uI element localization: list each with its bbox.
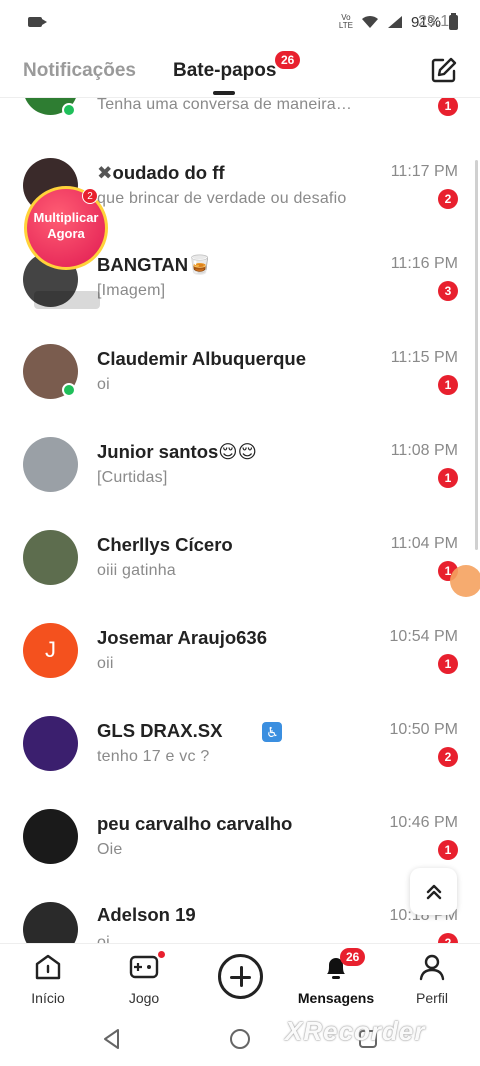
chat-name: Claudemir Albuquerque xyxy=(97,348,307,369)
chat-time: 10:50 PM xyxy=(389,721,458,738)
unread-count-badge: 1 xyxy=(438,98,458,116)
chat-message-preview: [Curtidas] xyxy=(97,469,168,486)
chat-time: 11:16 PM xyxy=(390,255,458,272)
tab-chats-badge: 26 xyxy=(275,51,301,69)
unread-count-badge: 1 xyxy=(438,654,458,674)
home-circle-icon[interactable] xyxy=(228,1027,252,1051)
chat-name: peu carvalho carvalho xyxy=(97,813,293,834)
scroll-to-top-button[interactable] xyxy=(410,868,457,915)
tab-chats-label: Bate-papos xyxy=(173,60,277,81)
volte-indicator: Vo LTE xyxy=(338,13,353,30)
nav-home[interactable]: Início xyxy=(8,952,88,1006)
tab-active-indicator xyxy=(213,91,235,95)
chat-message-preview: Oie xyxy=(97,841,123,858)
online-indicator xyxy=(62,103,76,117)
chat-row[interactable]: GLS DRAX.SX ♿ 10:50 PM tenho 17 e vc ? 2 xyxy=(0,712,480,804)
chat-message-preview: tenho 17 e vc ? xyxy=(97,748,210,765)
chat-message-preview: oiii gatinha xyxy=(97,562,176,579)
signal-icon xyxy=(387,16,402,28)
unread-count-badge: 2 xyxy=(438,933,458,943)
avatar xyxy=(23,809,78,864)
chat-time: 11:08 PM xyxy=(390,442,458,459)
nav-messages-label: Mensagens xyxy=(297,990,375,1006)
home-icon xyxy=(35,954,61,980)
accessibility-icon: ♿ xyxy=(262,722,283,742)
avatar xyxy=(23,437,78,492)
compose-icon[interactable] xyxy=(430,56,458,84)
chat-name: GLS DRAX.SX ♿ xyxy=(97,720,283,742)
double-chevron-up-icon xyxy=(426,884,441,899)
chat-message-preview: oi xyxy=(97,376,110,393)
back-icon[interactable] xyxy=(100,1027,124,1051)
nav-profile-label: Perfil xyxy=(416,990,448,1006)
chat-row[interactable]: Junior santos😌😌 11:08 PM [Curtidas] 1 xyxy=(0,433,480,525)
scrollbar[interactable] xyxy=(475,160,478,550)
multiply-promo-button[interactable]: Multiplicar Agora 2 xyxy=(24,186,116,278)
bottom-navigation: Início Jogo Mensagens 26 Perfil xyxy=(0,943,480,1015)
watermark: XRecorder xyxy=(285,1016,426,1046)
battery-icon xyxy=(449,12,458,30)
chat-time: 11:04 PM xyxy=(390,535,458,552)
chat-row[interactable]: Claudemir Albuquerque 11:15 PM oi 1 xyxy=(0,340,480,432)
avatar xyxy=(23,716,78,771)
tab-chats[interactable]: Bate-papos 26 xyxy=(173,51,301,95)
chat-name: Cherllys Cícero xyxy=(97,534,233,555)
chat-time: 11:15 PM xyxy=(390,349,458,366)
person-icon xyxy=(419,954,445,981)
promo-label: Multiplicar Agora xyxy=(33,210,99,241)
tab-notifications[interactable]: Notificações xyxy=(23,60,136,82)
chat-name: Adelson 19 xyxy=(97,904,196,925)
chat-time: 10:54 PM xyxy=(389,628,458,645)
messages-badge: 26 xyxy=(340,948,366,966)
unread-count-badge: 1 xyxy=(438,840,458,860)
coin-tag xyxy=(34,291,100,309)
chat-time: 11:17 PM xyxy=(390,163,458,180)
unread-count-badge: 1 xyxy=(438,375,458,395)
promo-badge: 2 xyxy=(82,188,98,204)
chat-message-preview: que brincar de verdade ou desafio xyxy=(97,190,347,207)
chat-message-preview: [Imagem] xyxy=(97,282,166,299)
chat-row[interactable]: peu carvalho carvalho 10:46 PM Oie 1 xyxy=(0,805,480,897)
chat-time: 10:46 PM xyxy=(389,814,458,831)
avatar: J xyxy=(23,623,78,678)
gamepad-icon xyxy=(129,955,159,979)
unread-count-badge: 1 xyxy=(438,468,458,488)
chat-message-preview: oi xyxy=(97,934,110,943)
chat-message-preview: oii xyxy=(97,655,114,672)
game-notification-dot xyxy=(158,951,165,958)
nav-game[interactable]: Jogo xyxy=(104,952,184,1006)
unread-count-badge: 2 xyxy=(438,189,458,209)
floating-assistive-button[interactable] xyxy=(450,565,480,597)
wifi-icon xyxy=(361,15,378,28)
nav-game-label: Jogo xyxy=(128,990,160,1006)
chat-message-preview: Tenha uma conversa de maneira… xyxy=(97,98,353,113)
status-bar: 23:18 Vo LTE 91% xyxy=(0,0,480,44)
online-indicator xyxy=(62,383,76,397)
avatar xyxy=(23,902,78,943)
nav-home-label: Início xyxy=(31,990,65,1006)
dice-icon: ✖ xyxy=(97,162,113,183)
chat-row[interactable]: J Josemar Araujo636 10:54 PM oii 1 xyxy=(0,619,480,711)
chat-name: Josemar Araujo636 xyxy=(97,627,268,648)
chat-row[interactable]: Adelson 19 10:18 PM oi 2 xyxy=(0,898,480,943)
chat-row[interactable]: Cherllys Cícero 11:04 PM oiii gatinha 1 xyxy=(0,526,480,618)
unread-count-badge: 2 xyxy=(438,747,458,767)
chat-row[interactable]: A Tenha uma conversa de maneira… 1 xyxy=(0,98,480,152)
top-tab-bar: Notificações Bate-papos 26 xyxy=(0,44,480,98)
chat-name: Junior santos😌😌 xyxy=(97,441,257,462)
video-record-icon xyxy=(28,17,47,27)
avatar xyxy=(23,530,78,585)
nav-profile[interactable]: Perfil xyxy=(392,952,472,1006)
create-post-button[interactable] xyxy=(218,954,263,999)
unread-count-badge: 3 xyxy=(438,281,458,301)
avatar-letter: J xyxy=(45,637,56,662)
chat-name: ✖oudado do ff xyxy=(97,162,225,183)
